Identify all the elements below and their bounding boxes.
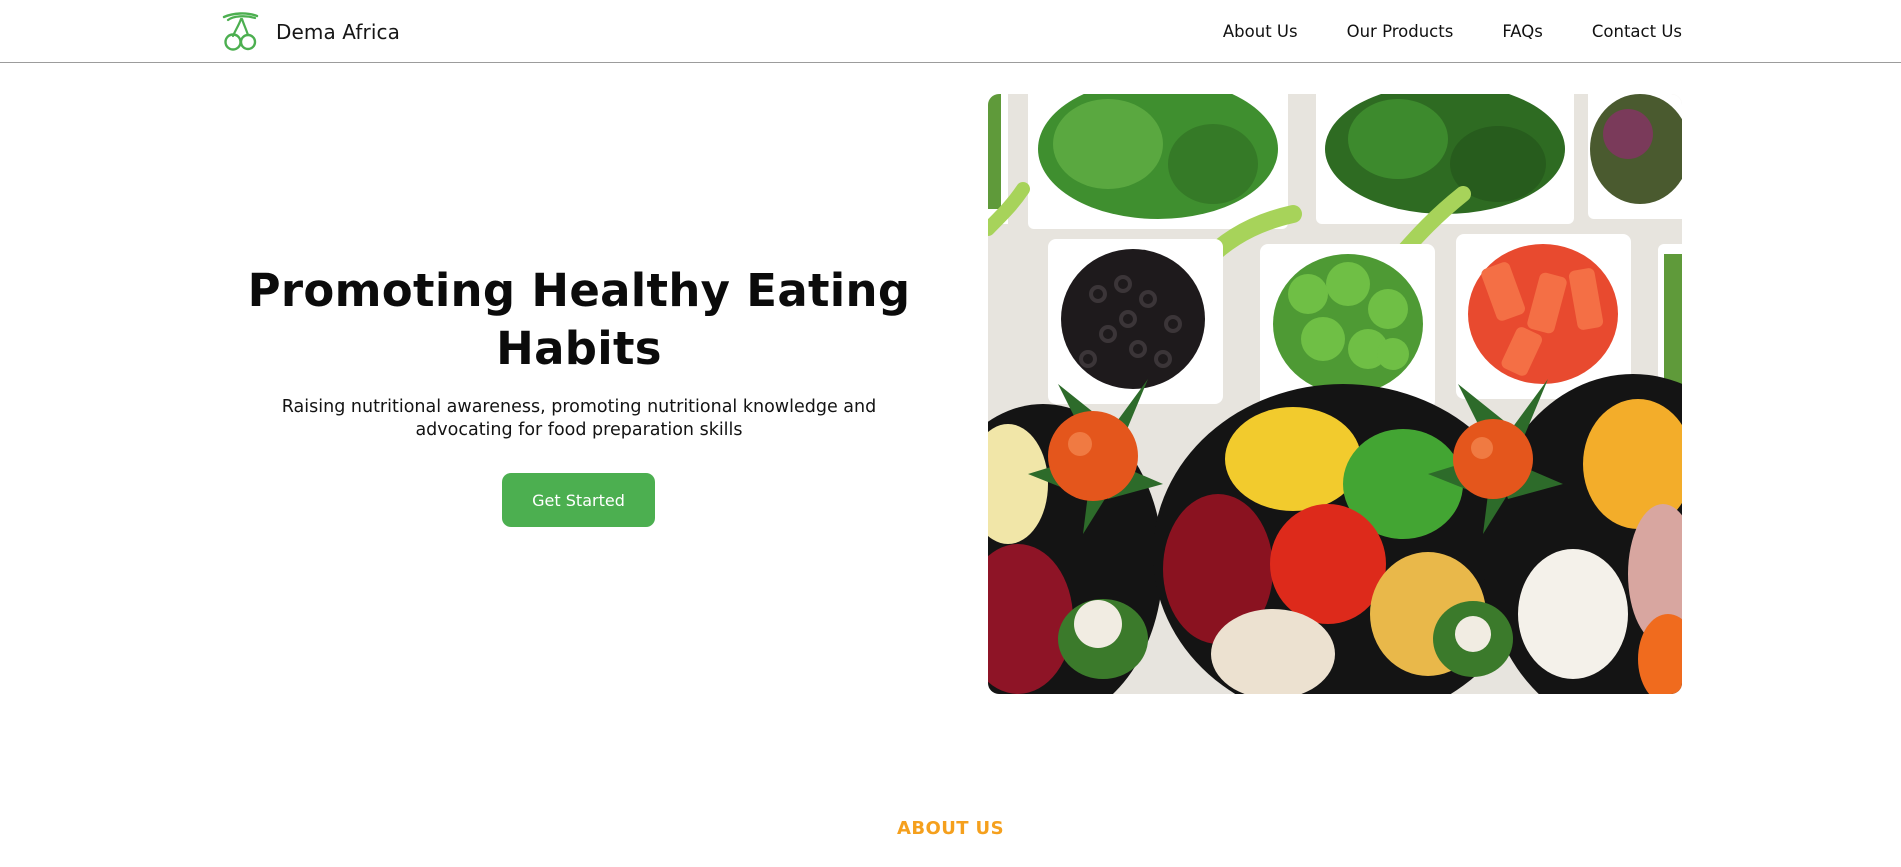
vegetables-illustration xyxy=(988,94,1682,694)
brand[interactable]: Dema Africa xyxy=(219,11,400,53)
nav-link-faqs[interactable]: FAQs xyxy=(1502,22,1543,41)
brand-name: Dema Africa xyxy=(276,20,400,44)
hero-subtitle: Raising nutritional awareness, promoting… xyxy=(281,397,877,440)
nav-link-about-us[interactable]: About Us xyxy=(1223,22,1298,41)
hero-title: Promoting Healthy Eating Habits xyxy=(247,264,911,375)
main-nav: About Us Our Products FAQs Contact Us xyxy=(1223,0,1682,63)
cherries-logo-icon xyxy=(222,12,259,51)
get-started-button[interactable]: Get Started xyxy=(502,473,655,527)
salad-bar-vegetables-image xyxy=(988,94,1682,694)
nav-link-contact-us[interactable]: Contact Us xyxy=(1592,22,1682,41)
hero-content: Promoting Healthy Eating Habits Raising … xyxy=(219,94,939,694)
about-us-section-label: ABOUT US xyxy=(897,818,1004,839)
site-header: Dema Africa About Us Our Products FAQs C… xyxy=(0,0,1901,63)
nav-link-our-products[interactable]: Our Products xyxy=(1347,22,1454,41)
